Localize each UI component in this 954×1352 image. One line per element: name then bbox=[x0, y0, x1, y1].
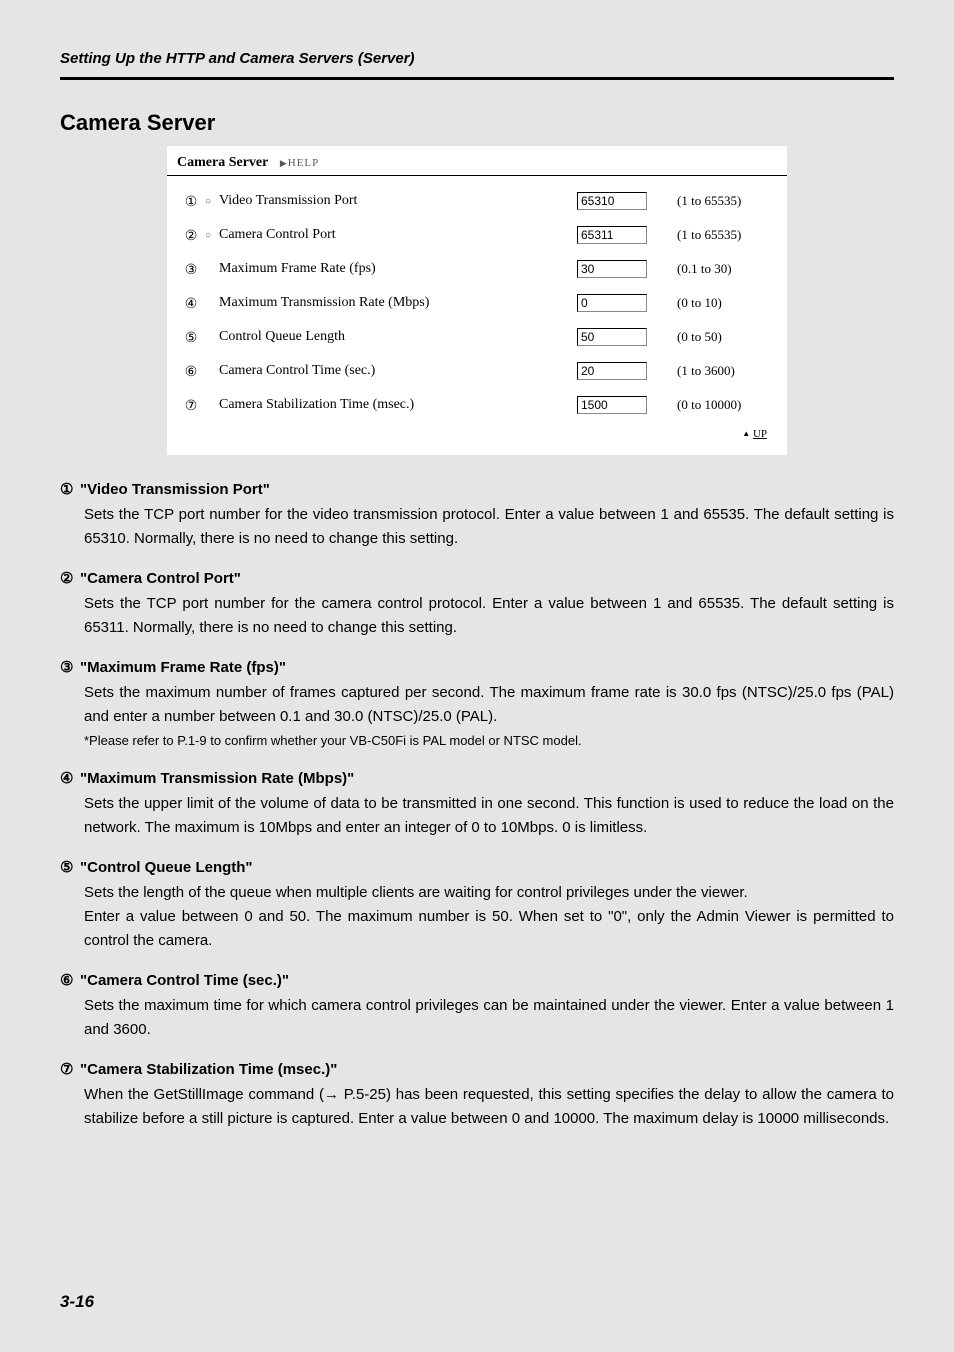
row-marker: ⑤ bbox=[177, 329, 205, 346]
description-note: *Please refer to P.1-9 to confirm whethe… bbox=[84, 731, 894, 751]
section-title: Camera Server bbox=[60, 110, 894, 136]
row-input[interactable] bbox=[577, 226, 647, 244]
page: Setting Up the HTTP and Camera Servers (… bbox=[0, 0, 954, 1352]
row-marker: ⑥ bbox=[177, 363, 205, 380]
settings-row: ⑦ Camera Stabilization Time (msec.) (0 to … bbox=[167, 388, 787, 422]
page-header: Setting Up the HTTP and Camera Servers (… bbox=[60, 50, 894, 67]
description-number: ① bbox=[60, 480, 80, 498]
row-marker: ⑦ bbox=[177, 397, 205, 414]
description-number: ③ bbox=[60, 658, 80, 676]
panel-divider bbox=[167, 175, 787, 176]
settings-row: ③ Maximum Frame Rate (fps) (0.1 to 30) bbox=[167, 252, 787, 286]
panel-header: Camera Server ▶HELP bbox=[167, 151, 787, 175]
description-body: Sets the maximum number of frames captur… bbox=[84, 681, 894, 729]
row-label: Maximum Frame Rate (fps) bbox=[219, 261, 577, 277]
row-input[interactable] bbox=[577, 294, 647, 312]
row-label: Control Queue Length bbox=[219, 329, 577, 345]
row-input[interactable] bbox=[577, 328, 647, 346]
row-label: Camera Control Time (sec.) bbox=[219, 363, 577, 379]
description-heading: ③"Maximum Frame Rate (fps)" bbox=[60, 658, 894, 676]
row-marker: ④ bbox=[177, 295, 205, 312]
description-block: ④"Maximum Transmission Rate (Mbps)" Sets … bbox=[60, 769, 894, 840]
row-input[interactable] bbox=[577, 396, 647, 414]
description-body: Sets the maximum time for which camera c… bbox=[84, 994, 894, 1042]
description-title: "Maximum Transmission Rate (Mbps)" bbox=[80, 770, 354, 787]
settings-row: ⑤ Control Queue Length (0 to 50) bbox=[167, 320, 787, 354]
row-label: Video Transmission Port bbox=[219, 193, 577, 209]
description-title: "Camera Stabilization Time (msec.)" bbox=[80, 1061, 337, 1078]
description-heading: ①"Video Transmission Port" bbox=[60, 480, 894, 498]
description-heading: ④"Maximum Transmission Rate (Mbps)" bbox=[60, 769, 894, 787]
description-number: ⑤ bbox=[60, 858, 80, 876]
row-label: Maximum Transmission Rate (Mbps) bbox=[219, 295, 577, 311]
row-range: (0.1 to 30) bbox=[677, 261, 777, 277]
description-block: ③"Maximum Frame Rate (fps)" Sets the maxi… bbox=[60, 658, 894, 751]
description-body: Sets the TCP port number for the camera … bbox=[84, 592, 894, 640]
description-body: Enter a value between 0 and 50. The maxi… bbox=[84, 905, 894, 953]
description-title: "Camera Control Port" bbox=[80, 570, 241, 587]
row-input[interactable] bbox=[577, 362, 647, 380]
page-number: 3-16 bbox=[60, 1292, 94, 1312]
row-marker: ② bbox=[177, 227, 205, 244]
help-text: HELP bbox=[288, 157, 320, 169]
description-body: Sets the length of the queue when multip… bbox=[84, 881, 894, 905]
help-arrow-icon: ▶ bbox=[280, 158, 288, 168]
description-heading: ⑦"Camera Stabilization Time (msec.)" bbox=[60, 1060, 894, 1078]
description-body: When the GetStillImage command (→ P.5-25… bbox=[84, 1083, 894, 1131]
description-heading: ②"Camera Control Port" bbox=[60, 569, 894, 587]
row-range: (0 to 50) bbox=[677, 329, 777, 345]
up-arrow-icon: ▲ bbox=[742, 429, 750, 438]
row-range: (1 to 65535) bbox=[677, 227, 777, 243]
row-bullet-icon: ○ bbox=[205, 196, 219, 207]
description-block: ⑦"Camera Stabilization Time (msec.)" When… bbox=[60, 1060, 894, 1131]
up-link-container: ▲ UP bbox=[167, 422, 787, 440]
description-number: ⑥ bbox=[60, 971, 80, 989]
row-range: (0 to 10000) bbox=[677, 397, 777, 413]
settings-row: ②○Camera Control Port (1 to 65535) bbox=[167, 218, 787, 252]
description-body: Sets the upper limit of the volume of da… bbox=[84, 792, 894, 840]
row-input[interactable] bbox=[577, 192, 647, 210]
settings-row: ①○Video Transmission Port (1 to 65535) bbox=[167, 184, 787, 218]
description-number: ② bbox=[60, 569, 80, 587]
description-block: ②"Camera Control Port" Sets the TCP port … bbox=[60, 569, 894, 640]
description-body: Sets the TCP port number for the video t… bbox=[84, 503, 894, 551]
header-divider bbox=[60, 77, 894, 80]
settings-panel: Camera Server ▶HELP ①○Video Transmission… bbox=[167, 146, 787, 455]
description-block: ①"Video Transmission Port" Sets the TCP p… bbox=[60, 480, 894, 551]
description-title: "Control Queue Length" bbox=[80, 859, 253, 876]
row-label: Camera Stabilization Time (msec.) bbox=[219, 397, 577, 413]
description-block: ⑤"Control Queue Length" Sets the length o… bbox=[60, 858, 894, 953]
help-link[interactable]: ▶HELP bbox=[280, 157, 319, 169]
description-title: "Camera Control Time (sec.)" bbox=[80, 972, 289, 989]
description-heading: ⑥"Camera Control Time (sec.)" bbox=[60, 971, 894, 989]
settings-row: ⑥ Camera Control Time (sec.) (1 to 3600) bbox=[167, 354, 787, 388]
row-marker: ③ bbox=[177, 261, 205, 278]
description-number: ④ bbox=[60, 769, 80, 787]
description-block: ⑥"Camera Control Time (sec.)" Sets the ma… bbox=[60, 971, 894, 1042]
description-heading: ⑤"Control Queue Length" bbox=[60, 858, 894, 876]
row-label: Camera Control Port bbox=[219, 227, 577, 243]
panel-title: Camera Server bbox=[177, 155, 268, 170]
row-bullet-icon: ○ bbox=[205, 230, 219, 241]
description-title: "Maximum Frame Rate (fps)" bbox=[80, 659, 286, 676]
row-range: (1 to 3600) bbox=[677, 363, 777, 379]
row-range: (0 to 10) bbox=[677, 295, 777, 311]
up-link[interactable]: UP bbox=[753, 428, 767, 440]
description-number: ⑦ bbox=[60, 1060, 80, 1078]
row-input[interactable] bbox=[577, 260, 647, 278]
row-marker: ① bbox=[177, 193, 205, 210]
settings-row: ④ Maximum Transmission Rate (Mbps) (0 to 1… bbox=[167, 286, 787, 320]
row-range: (1 to 65535) bbox=[677, 193, 777, 209]
description-title: "Video Transmission Port" bbox=[80, 481, 270, 498]
